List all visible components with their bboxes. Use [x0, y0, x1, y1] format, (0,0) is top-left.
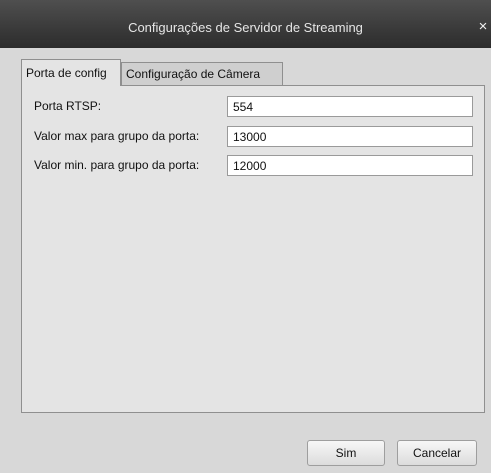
tab-panel: Porta RTSP: Valor max para grupo da port…: [21, 85, 485, 413]
port-max-input[interactable]: [227, 126, 473, 147]
cancel-button[interactable]: Cancelar: [397, 440, 477, 466]
title-bar[interactable]: Configurações de Servidor de Streaming ×: [0, 0, 491, 48]
form-row-port-max: Valor max para grupo da porta:: [22, 126, 486, 148]
port-min-input[interactable]: [227, 155, 473, 176]
form-row-port-min: Valor min. para grupo da porta:: [22, 155, 486, 177]
dialog-title: Configurações de Servidor de Streaming: [128, 20, 363, 35]
tab-port-config[interactable]: Porta de config: [21, 59, 121, 86]
form-row-rtsp-port: Porta RTSP:: [22, 96, 486, 118]
port-max-label: Valor max para grupo da porta:: [34, 129, 200, 143]
tab-camera-config[interactable]: Configuração de Câmera: [121, 62, 283, 85]
settings-dialog: Configurações de Servidor de Streaming ×…: [0, 0, 491, 473]
ok-button[interactable]: Sim: [307, 440, 385, 466]
port-min-label: Valor min. para grupo da porta:: [34, 158, 200, 172]
rtsp-port-label: Porta RTSP:: [34, 99, 102, 113]
close-icon[interactable]: ×: [475, 16, 491, 38]
dialog-footer: Sim Cancelar: [0, 413, 491, 473]
rtsp-port-input[interactable]: [227, 96, 473, 117]
